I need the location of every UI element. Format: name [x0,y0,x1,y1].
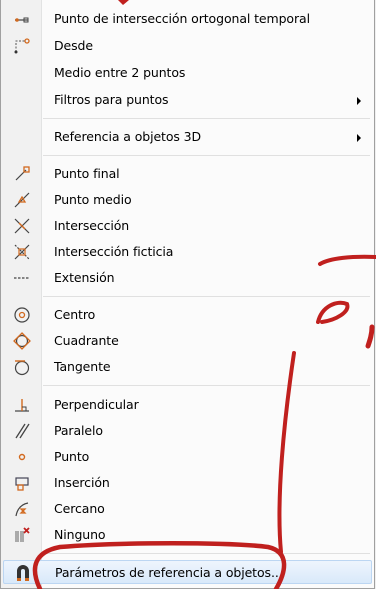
menu-item-label: Intersección ficticia [54,244,174,259]
node-icon [13,448,31,466]
menu-separator [43,553,370,554]
menu-item-punto-final[interactable]: Punto final [3,162,372,186]
menu-item-perpendicular[interactable]: Perpendicular [3,393,372,417]
parallel-icon [13,422,31,440]
none-icon [13,526,31,544]
menu-item-label: Punto medio [54,192,132,207]
menu-item-insercion[interactable]: Inserción [3,471,372,495]
ortho-intersection-icon [13,10,31,28]
perpendicular-icon [13,396,31,414]
menu-item-label: Perpendicular [54,397,139,412]
menu-item-ortho-intersection[interactable]: Punto de intersección ortogonal temporal [3,7,372,31]
submenu-arrow-icon [357,97,361,105]
menu-item-label: Intersección [54,218,130,233]
nearest-icon [13,500,31,518]
menu-item-label: Inserción [54,475,110,490]
menu-item-cuadrante[interactable]: Cuadrante [3,329,372,353]
menu-item-label: Extensión [54,270,115,285]
from-point-icon [13,37,31,55]
menu-item-punto[interactable]: Punto [3,445,372,469]
menu-item-medio-entre-2-puntos[interactable]: Medio entre 2 puntos [3,61,372,85]
menu-separator [43,155,370,156]
apparent-intersection-icon [13,243,31,261]
menu-separator [43,385,370,386]
menu-item-filtros-para-puntos[interactable]: Filtros para puntos [3,88,372,112]
osnap-settings-icon [14,564,32,582]
menu-item-label: Centro [54,307,96,322]
menu-item-label: Punto [54,449,90,464]
menu-item-label: Desde [54,38,93,53]
menu-item-interseccion[interactable]: Intersección [3,214,372,238]
menu-item-label: Parámetros de referencia a objetos... [55,565,283,580]
center-icon [13,306,31,324]
menu-item-label: Cercano [54,501,105,516]
menu-item-label: Ninguno [54,527,106,542]
tangent-icon [13,358,31,376]
menu-item-label: Medio entre 2 puntos [54,65,186,80]
menu-item-label: Punto final [54,166,120,181]
midpoint-icon [13,191,31,209]
insertion-icon [13,474,31,492]
menu-item-label: Paralelo [54,423,103,438]
menu-item-label: Tangente [54,359,111,374]
menu-item-label: Cuadrante [54,333,119,348]
extension-icon [13,269,31,287]
menu-item-paralelo[interactable]: Paralelo [3,419,372,443]
submenu-arrow-icon [357,134,361,142]
endpoint-icon [13,165,31,183]
menu-item-ninguno[interactable]: Ninguno [3,523,372,547]
quadrant-icon [13,332,31,350]
menu-item-interseccion-ficticia[interactable]: Intersección ficticia [3,240,372,264]
object-snap-context-menu: Punto de intersección ortogonal temporal… [0,0,375,589]
menu-item-punto-medio[interactable]: Punto medio [3,188,372,212]
menu-item-desde[interactable]: Desde [3,34,372,58]
menu-item-label: Referencia a objetos 3D [54,129,202,144]
menu-item-label: Punto de intersección ortogonal temporal [54,11,310,26]
menu-item-parametros-referencia[interactable]: Parámetros de referencia a objetos... [3,560,372,584]
intersection-icon [13,217,31,235]
menu-item-label: Filtros para puntos [54,92,169,107]
menu-separator [43,296,370,297]
menu-separator [43,118,370,119]
menu-item-tangente[interactable]: Tangente [3,355,372,379]
menu-item-referencia-3d[interactable]: Referencia a objetos 3D [3,125,372,149]
menu-item-cercano[interactable]: Cercano [3,497,372,521]
menu-item-extension[interactable]: Extensión [3,266,372,290]
menu-item-centro[interactable]: Centro [3,303,372,327]
